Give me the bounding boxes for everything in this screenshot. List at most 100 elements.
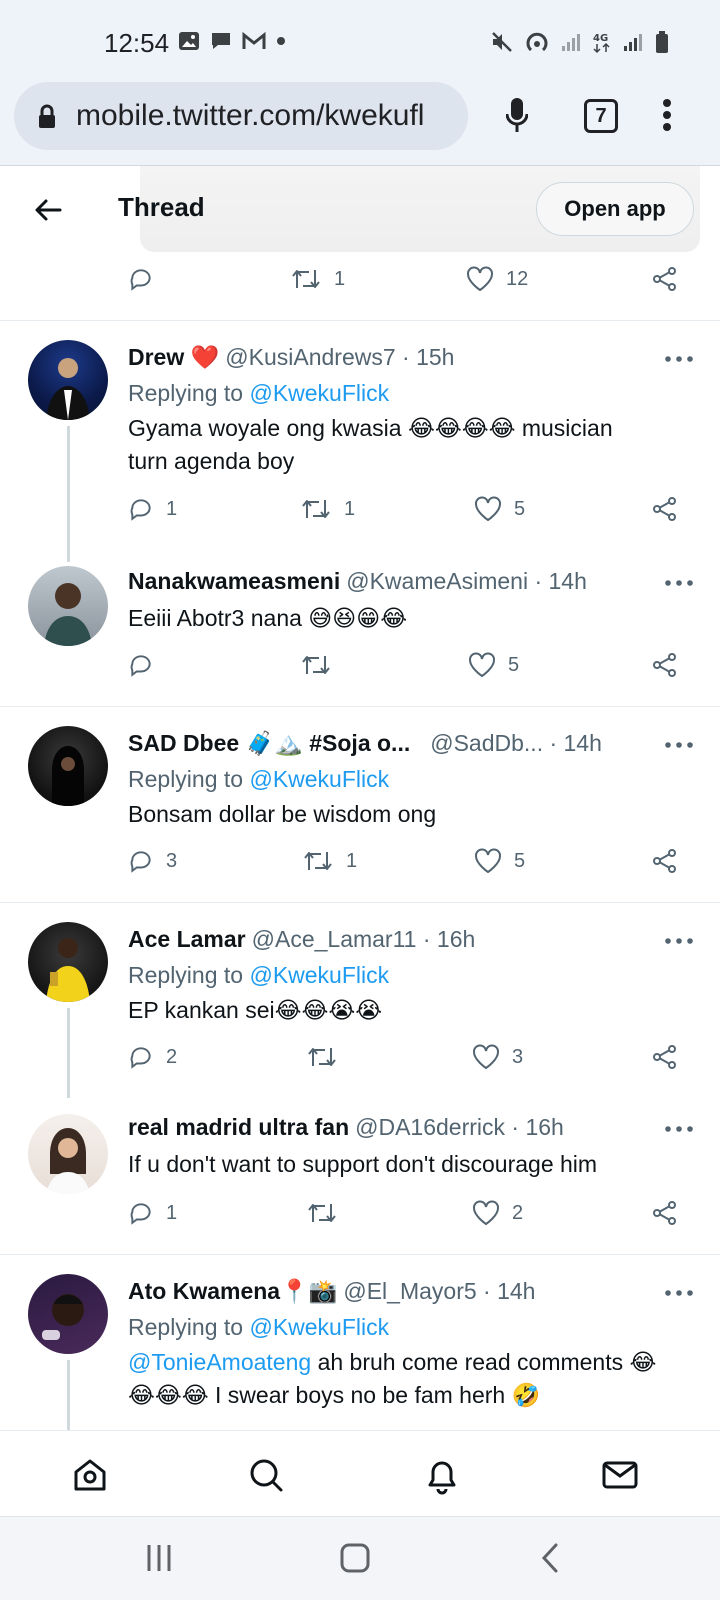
tab-switcher-button[interactable]: 7 — [584, 99, 618, 133]
browser-toolbar: mobile.twitter.com/kwekufl 7 — [0, 82, 720, 166]
handle-and-time[interactable]: @DA16derrick · 16h — [355, 1114, 564, 1141]
replying-to-handle[interactable]: @KwekuFlick — [249, 962, 389, 988]
more-horizontal-icon[interactable] — [664, 354, 694, 364]
back-arrow-icon[interactable] — [28, 190, 68, 230]
replying-to-handle[interactable]: @KwekuFlick — [249, 766, 389, 792]
reply-icon — [130, 851, 151, 873]
avatar[interactable] — [28, 1114, 108, 1194]
mention-link[interactable]: @TonieAmoateng — [128, 1349, 311, 1375]
tweet-header: SAD Dbee 🧳🏔️ #Soja o... @SadDb... · 14h — [128, 730, 602, 757]
replying-to-label: Replying to — [128, 380, 250, 406]
avatar[interactable] — [28, 922, 108, 1002]
share-button[interactable] — [652, 652, 678, 678]
share-button[interactable] — [652, 496, 678, 522]
tweet-header: Ato Kwamena📍📸 @El_Mayor5 · 14h — [128, 1278, 535, 1305]
retweet-count: 1 — [344, 497, 356, 520]
tweet[interactable]: Drew ❤️ @KusiAndrews7 · 15h Replying to … — [0, 320, 720, 562]
reply-button[interactable] — [128, 266, 154, 292]
tweet[interactable]: Ace Lamar @Ace_Lamar11 · 16h Replying to… — [0, 902, 720, 1098]
display-name[interactable]: Ace Lamar — [128, 926, 246, 953]
share-icon — [653, 1201, 676, 1225]
share-icon — [653, 653, 676, 677]
like-button[interactable]: 5 — [474, 848, 525, 874]
retweet-icon — [302, 500, 330, 518]
share-button[interactable] — [652, 1200, 678, 1226]
more-horizontal-icon[interactable] — [664, 578, 694, 588]
gmail-icon — [242, 31, 266, 49]
thread-feed[interactable]: 1 12 Drew ❤️ @KusiAndrews7 · 15h Replyin… — [0, 254, 720, 1430]
avatar[interactable] — [28, 566, 108, 646]
retweet-button[interactable] — [300, 652, 344, 678]
share-button[interactable] — [652, 1044, 678, 1070]
more-vertical-icon[interactable] — [662, 98, 672, 132]
share-button[interactable] — [652, 848, 678, 874]
replying-to: Replying to @KwekuFlick — [128, 962, 389, 989]
heart-icon — [469, 652, 495, 678]
reply-button[interactable]: 2 — [128, 1044, 177, 1070]
home-icon[interactable] — [70, 1455, 110, 1495]
replying-to-handle[interactable]: @KwekuFlick — [249, 1314, 389, 1340]
display-name[interactable]: Nanakwameasmeni — [128, 568, 340, 595]
replying-to-handle[interactable]: @KwekuFlick — [249, 380, 389, 406]
more-horizontal-icon[interactable] — [664, 1288, 694, 1298]
bell-icon[interactable] — [422, 1455, 462, 1495]
microphone-icon[interactable] — [506, 96, 528, 136]
home-button-icon[interactable] — [340, 1543, 370, 1573]
open-app-button[interactable]: Open app — [536, 182, 694, 236]
avatar[interactable] — [28, 1274, 108, 1354]
display-name[interactable]: SAD Dbee 🧳🏔️ #Soja o... — [128, 730, 410, 757]
4g-icon: 4G — [593, 33, 610, 54]
handle-and-time[interactable]: @Ace_Lamar11 · 16h — [252, 926, 476, 953]
more-horizontal-icon[interactable] — [664, 936, 694, 946]
system-navigation-bar — [0, 1516, 720, 1600]
reply-button[interactable]: 1 — [128, 496, 177, 522]
retweet-button[interactable] — [306, 1200, 350, 1226]
avatar[interactable] — [28, 340, 108, 420]
share-button[interactable] — [652, 266, 678, 292]
tweet-text-line: Gyama woyale ong kwasia 😂😂😂😂 musician — [128, 415, 613, 441]
display-name[interactable]: Ato Kwamena📍📸 — [128, 1278, 337, 1305]
heart-icon — [475, 496, 501, 522]
reply-count: 3 — [166, 849, 178, 872]
heart-icon — [475, 848, 501, 874]
handle-and-time[interactable]: @KwameAsimeni · 14h — [346, 568, 587, 595]
mail-icon[interactable] — [600, 1455, 640, 1495]
reply-button[interactable]: 3 — [128, 848, 177, 874]
avatar[interactable] — [28, 726, 108, 806]
address-bar[interactable]: mobile.twitter.com/kwekufl — [14, 82, 468, 150]
signal-icon-2 — [624, 34, 642, 51]
reply-button[interactable] — [128, 652, 166, 678]
retweet-icon — [308, 1048, 336, 1066]
reply-button[interactable]: 1 — [128, 1200, 177, 1226]
like-button[interactable]: 5 — [474, 496, 525, 522]
tweet[interactable]: real madrid ultra fan @DA16derrick · 16h… — [0, 1098, 720, 1254]
replying-to: Replying to @KwekuFlick — [128, 380, 389, 407]
retweet-button[interactable] — [306, 1044, 350, 1070]
tweet[interactable]: Nanakwameasmeni @KwameAsimeni · 14h Eeii… — [0, 562, 720, 706]
like-button[interactable]: 3 — [472, 1044, 523, 1070]
handle-and-time[interactable]: @KusiAndrews7 · 15h — [225, 344, 454, 371]
display-name[interactable]: real madrid ultra fan — [128, 1114, 349, 1141]
tweet[interactable]: Ato Kwamena📍📸 @El_Mayor5 · 14h Replying … — [0, 1254, 720, 1430]
more-horizontal-icon[interactable] — [664, 740, 694, 750]
more-horizontal-icon[interactable] — [664, 1124, 694, 1134]
replying-to-label: Replying to — [128, 962, 250, 988]
tweet-actions: 1 12 — [0, 266, 720, 306]
tweet-text: Bonsam dollar be wisdom ong — [128, 798, 688, 831]
handle-and-time[interactable]: @El_Mayor5 · 14h — [343, 1278, 535, 1305]
recent-apps-icon[interactable] — [146, 1543, 172, 1573]
share-icon — [653, 267, 676, 291]
display-name[interactable]: Drew ❤️ — [128, 344, 219, 371]
retweet-button[interactable]: 1 — [290, 266, 345, 292]
back-icon[interactable] — [540, 1543, 560, 1573]
reply-icon — [130, 499, 151, 521]
like-button[interactable]: 2 — [472, 1200, 523, 1226]
like-button[interactable]: 5 — [468, 652, 519, 678]
handle-and-time[interactable]: @SadDb... · 14h — [430, 730, 602, 757]
chat-icon — [212, 33, 230, 49]
retweet-button[interactable]: 1 — [300, 496, 355, 522]
retweet-button[interactable]: 1 — [302, 848, 357, 874]
tweet[interactable]: SAD Dbee 🧳🏔️ #Soja o... @SadDb... · 14h … — [0, 706, 720, 902]
search-icon[interactable] — [246, 1455, 286, 1495]
like-button[interactable]: 12 — [466, 266, 528, 292]
